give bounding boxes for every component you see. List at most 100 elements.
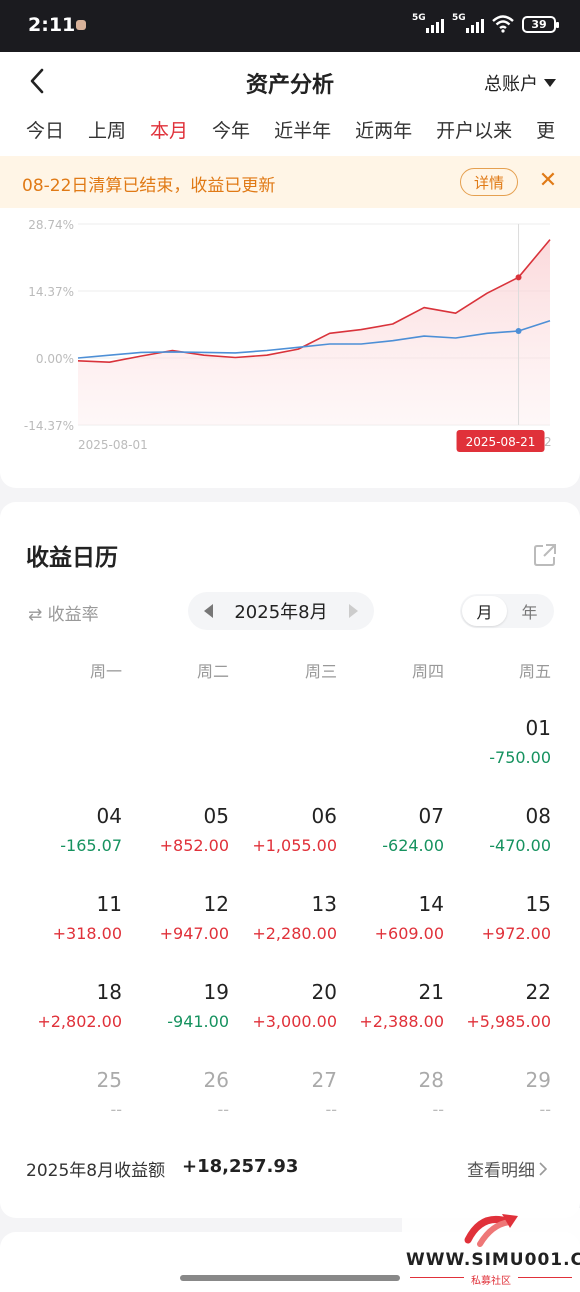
close-icon[interactable]: ✕ bbox=[536, 169, 560, 193]
calendar-day-cell[interactable]: 05 +852.00 bbox=[119, 804, 229, 874]
day-profit: +1,055.00 bbox=[252, 836, 337, 855]
chart-card: 28.74% 14.37% 0.00% -14.37% 2025-08-01 2025-0… bbox=[0, 208, 580, 488]
x-end-label: 2 bbox=[544, 435, 552, 449]
calendar-day-cell[interactable]: 18 +2,802.00 bbox=[12, 980, 122, 1050]
day-profit: +3,000.00 bbox=[252, 1012, 337, 1031]
notice-detail-button[interactable]: 详情 bbox=[460, 168, 518, 196]
tab-5[interactable]: 近两年 bbox=[355, 116, 412, 143]
x-start-label: 2025-08-01 bbox=[78, 438, 148, 452]
series-area bbox=[78, 239, 550, 425]
watermark-logo bbox=[464, 1214, 518, 1247]
dropdown-triangle-icon bbox=[544, 79, 556, 87]
calendar-title: 收益日历 bbox=[26, 545, 118, 571]
notice-text: 08-22日清算已结束，收益已更新 bbox=[22, 176, 276, 196]
day-profit: -470.00 bbox=[489, 836, 551, 855]
day-profit: +947.00 bbox=[159, 924, 229, 943]
cursor-date-label: 2025-08-21 bbox=[466, 435, 536, 449]
calendar-day-cell[interactable]: 11 +318.00 bbox=[12, 892, 122, 962]
day-profit: +852.00 bbox=[159, 836, 229, 855]
calendar-day-cell[interactable]: 04 -165.07 bbox=[12, 804, 122, 874]
day-profit: +972.00 bbox=[481, 924, 551, 943]
watermark-text: WWW.SIMU001.CN bbox=[406, 1250, 580, 1270]
day-profit: +609.00 bbox=[374, 924, 444, 943]
day-profit: +5,985.00 bbox=[466, 1012, 551, 1031]
calendar-day-cell[interactable]: 12 +947.00 bbox=[119, 892, 229, 962]
tab-1[interactable]: 上周 bbox=[88, 116, 126, 143]
tab-6[interactable]: 开户以来 bbox=[436, 116, 512, 143]
day-profit: +2,388.00 bbox=[359, 1012, 444, 1031]
weekday-label: 周二 bbox=[196, 662, 229, 681]
chevron-right-icon bbox=[539, 1161, 547, 1176]
day-number: 26 bbox=[203, 1068, 229, 1092]
tab-3[interactable]: 今年 bbox=[212, 116, 250, 143]
month-view-button[interactable]: 月 bbox=[462, 596, 507, 626]
year-view-button[interactable]: 年 bbox=[507, 596, 552, 626]
day-profit: +318.00 bbox=[52, 924, 122, 943]
calendar-card: 收益日历 ⇄ 收益率 2025年8月 月 年 周一 周二 周三 周四 周五 01 -750… bbox=[0, 502, 580, 1218]
status-icons: 5G 5G 39 bbox=[412, 13, 559, 33]
tab-4[interactable]: 近半年 bbox=[274, 116, 331, 143]
day-profit: +2,802.00 bbox=[37, 1012, 122, 1031]
calendar-day-cell[interactable]: 06 +1,055.00 bbox=[227, 804, 337, 874]
return-rate-toggle[interactable]: ⇄ 收益率 bbox=[28, 600, 99, 625]
tab-0[interactable]: 今日 bbox=[26, 116, 64, 143]
day-number: 19 bbox=[203, 980, 229, 1004]
weekday-label: 周三 bbox=[304, 662, 337, 681]
view-details-label: 查看明细 bbox=[467, 1161, 535, 1181]
day-profit: -- bbox=[539, 1100, 551, 1119]
month-total-label: 2025年8月收益额 bbox=[26, 1161, 166, 1181]
weekday-label: 周五 bbox=[518, 662, 551, 681]
calendar-day-cell[interactable]: 08 -470.00 bbox=[441, 804, 551, 874]
next-month-icon[interactable] bbox=[348, 604, 358, 618]
calendar-day-cell[interactable]: 19 -941.00 bbox=[119, 980, 229, 1050]
y-tick-label: -14.37% bbox=[24, 419, 74, 433]
calendar-day-cell[interactable]: 01 -750.00 bbox=[441, 716, 551, 786]
calendar-day-cell[interactable]: 29 -- bbox=[441, 1068, 551, 1138]
watermark-sub: 私募社区 bbox=[471, 1276, 511, 1287]
day-profit: +2,280.00 bbox=[252, 924, 337, 943]
day-number: 15 bbox=[525, 892, 551, 916]
current-month: 2025年8月 bbox=[234, 602, 328, 623]
calendar-day-cell[interactable]: 28 -- bbox=[334, 1068, 444, 1138]
battery-icon: 39 bbox=[522, 15, 559, 33]
day-number: 12 bbox=[203, 892, 229, 916]
wifi-icon bbox=[492, 15, 514, 33]
status-bar: 2:11 5G 5G 39 bbox=[0, 0, 580, 52]
signal-5g-icon: 5G bbox=[412, 13, 444, 33]
day-number: 29 bbox=[525, 1068, 551, 1092]
calendar-day-cell[interactable]: 25 -- bbox=[12, 1068, 122, 1138]
y-tick-label: 0.00% bbox=[36, 352, 74, 366]
day-profit: -165.07 bbox=[60, 836, 122, 855]
month-year-switch: 月 年 bbox=[460, 594, 554, 628]
view-details-link[interactable]: 查看明细 bbox=[467, 1156, 547, 1181]
calendar-day-cell[interactable]: 22 +5,985.00 bbox=[441, 980, 551, 1050]
day-profit: -750.00 bbox=[489, 748, 551, 767]
calendar-day-cell[interactable]: 20 +3,000.00 bbox=[227, 980, 337, 1050]
weekday-label: 周一 bbox=[89, 662, 122, 681]
calendar-day-cell[interactable]: 21 +2,388.00 bbox=[334, 980, 444, 1050]
day-number: 05 bbox=[203, 804, 229, 828]
period-tabs: 今日 上周 本月 今年 近半年 近两年 开户以来更 bbox=[26, 116, 579, 143]
calendar-day-cell[interactable]: 26 -- bbox=[119, 1068, 229, 1138]
tab-7[interactable]: 更 bbox=[536, 116, 555, 143]
cursor-point-0 bbox=[515, 274, 522, 281]
return-chart[interactable]: 28.74% 14.37% 0.00% -14.37% 2025-08-01 2025-0… bbox=[0, 208, 580, 478]
calendar-day-cell[interactable]: 15 +972.00 bbox=[441, 892, 551, 962]
cursor-point-1 bbox=[515, 327, 522, 334]
y-tick-label: 14.37% bbox=[28, 285, 74, 299]
account-selector[interactable]: 总账户 bbox=[484, 70, 556, 96]
day-profit: -624.00 bbox=[382, 836, 444, 855]
status-time: 2:11 bbox=[28, 14, 76, 36]
prev-month-icon[interactable] bbox=[204, 604, 213, 618]
share-icon[interactable] bbox=[532, 542, 558, 568]
tab-2[interactable]: 本月 bbox=[150, 116, 188, 143]
calendar-day-cell[interactable]: 07 -624.00 bbox=[334, 804, 444, 874]
day-number: 01 bbox=[525, 716, 551, 740]
home-indicator[interactable] bbox=[180, 1275, 400, 1281]
weekday-label: 周四 bbox=[411, 662, 444, 681]
day-number: 22 bbox=[525, 980, 551, 1004]
calendar-day-cell[interactable]: 27 -- bbox=[227, 1068, 337, 1138]
calendar-day-cell[interactable]: 14 +609.00 bbox=[334, 892, 444, 962]
calendar-day-cell[interactable]: 13 +2,280.00 bbox=[227, 892, 337, 962]
month-navigator: 2025年8月 bbox=[188, 592, 374, 630]
